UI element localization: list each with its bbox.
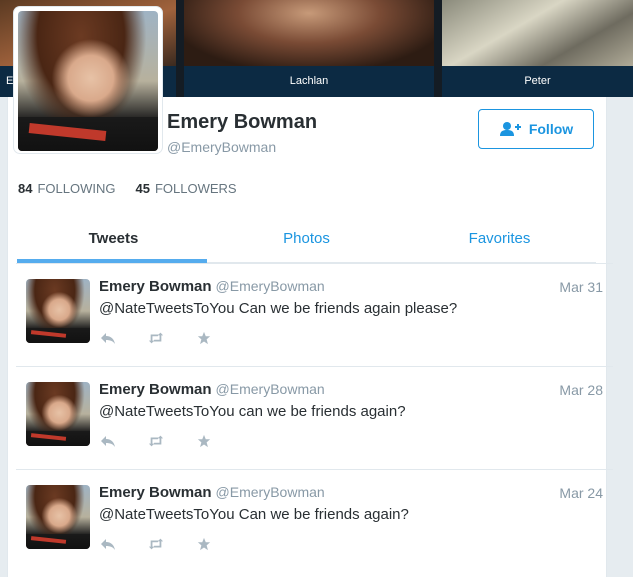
profile-card: Emery Bowman @EmeryBowman Mar 31 @NateTwe…	[7, 97, 613, 577]
banner-photo	[184, 0, 434, 66]
tweet-item[interactable]: Emery Bowman @EmeryBowman Mar 28 @NateTwe…	[16, 366, 613, 470]
reply-icon[interactable]	[99, 536, 117, 552]
profile-stats: 84 FOLLOWING 45 FOLLOWERS	[18, 181, 237, 196]
tweet-author-handle[interactable]: @EmeryBowman	[216, 381, 325, 397]
tweet-text: @NateTweetsToYou can we be friends again…	[99, 403, 406, 420]
tab-favorites[interactable]: Favorites	[403, 226, 596, 262]
star-icon[interactable]	[195, 433, 213, 449]
followers-count: 45	[135, 181, 150, 196]
tweet-author[interactable]: Emery Bowman @EmeryBowman	[99, 484, 325, 501]
tweet-item[interactable]: Emery Bowman @EmeryBowman Mar 24 @NateTwe…	[16, 469, 613, 573]
tweet-author-handle[interactable]: @EmeryBowman	[216, 278, 325, 294]
tab-photos[interactable]: Photos	[210, 226, 403, 262]
reply-icon[interactable]	[99, 330, 117, 346]
banner-tile[interactable]: Peter	[442, 0, 633, 97]
tweet-text: @NateTweetsToYou Can we be friends again…	[99, 300, 458, 317]
banner-caption: Lachlan	[184, 66, 434, 97]
star-icon[interactable]	[195, 330, 213, 346]
avatar-image	[26, 279, 90, 343]
avatar-image	[26, 382, 90, 446]
tweet-actions	[99, 536, 213, 552]
retweet-icon[interactable]	[147, 536, 165, 552]
follow-button[interactable]: Follow	[478, 109, 594, 149]
following-label: FOLLOWING	[37, 181, 116, 196]
following-count: 84	[18, 181, 33, 196]
following-stat[interactable]: 84 FOLLOWING	[18, 181, 115, 196]
star-icon[interactable]	[195, 536, 213, 552]
tab-tweets[interactable]: Tweets	[17, 226, 210, 263]
profile-avatar[interactable]	[14, 7, 162, 153]
tweet-author-name[interactable]: Emery Bowman	[99, 278, 212, 295]
banner-photo	[442, 0, 633, 66]
profile-name[interactable]: Emery Bowman	[167, 111, 317, 134]
retweet-icon[interactable]	[147, 433, 165, 449]
tweet-author-name[interactable]: Emery Bowman	[99, 381, 212, 398]
banner-tile[interactable]: Lachlan	[184, 0, 434, 97]
tweet-author-handle[interactable]: @EmeryBowman	[216, 484, 325, 500]
avatar[interactable]	[26, 279, 90, 343]
retweet-icon[interactable]	[147, 330, 165, 346]
tweet-actions	[99, 330, 213, 346]
tweet-date[interactable]: Mar 24	[559, 485, 603, 501]
tweet-author[interactable]: Emery Bowman @EmeryBowman	[99, 381, 325, 398]
avatar-image	[26, 485, 90, 549]
follow-button-label: Follow	[528, 121, 574, 137]
tweet-text: @NateTweetsToYou Can we be friends again…	[99, 506, 409, 523]
reply-icon[interactable]	[99, 433, 117, 449]
avatar[interactable]	[26, 485, 90, 549]
tweet-author[interactable]: Emery Bowman @EmeryBowman	[99, 278, 325, 295]
avatar[interactable]	[26, 382, 90, 446]
tweet-actions	[99, 433, 213, 449]
tweet-author-name[interactable]: Emery Bowman	[99, 484, 212, 501]
followers-label: FOLLOWERS	[154, 181, 237, 196]
tweet-date[interactable]: Mar 28	[559, 382, 603, 398]
tweet-date[interactable]: Mar 31	[559, 279, 603, 295]
banner-caption: Peter	[442, 66, 633, 97]
profile-handle[interactable]: @EmeryBowman	[167, 139, 276, 155]
followers-stat[interactable]: 45 FOLLOWERS	[135, 181, 236, 196]
add-user-icon	[499, 122, 521, 136]
profile-avatar-image	[18, 11, 158, 151]
profile-tabs: Tweets Photos Favorites	[17, 226, 596, 263]
tweet-item[interactable]: Emery Bowman @EmeryBowman Mar 31 @NateTwe…	[16, 263, 613, 367]
